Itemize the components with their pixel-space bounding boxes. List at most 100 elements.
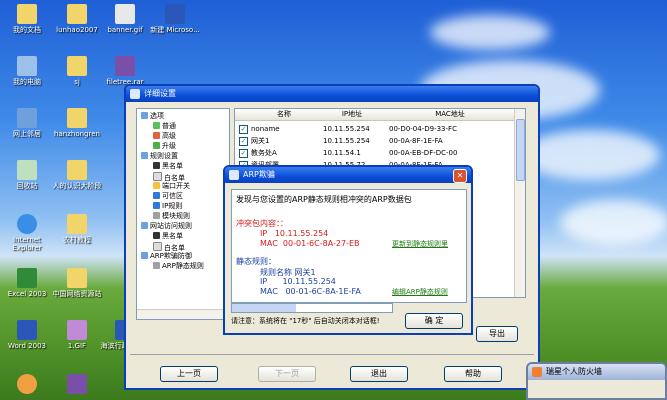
row-checkbox[interactable]: ✓	[239, 149, 248, 158]
list-icon	[153, 232, 160, 239]
recycle-bin-icon	[17, 160, 37, 180]
column-header-ip[interactable]: IP地址	[319, 109, 386, 121]
folder-icon	[67, 108, 87, 128]
trusted-icon	[153, 192, 160, 199]
folder-icon	[67, 4, 87, 24]
desktop-icon-banner[interactable]: banner.gif	[100, 4, 150, 34]
edit-static-rule-link[interactable]: 编辑ARP静态规则	[392, 287, 448, 297]
rule-mac: MAC 00-01-6C-8A-1E-FA	[260, 287, 361, 296]
arp-message: 发现与您设置的ARP静态规则相冲突的ARP数据包	[236, 195, 412, 204]
desktop-icon-sj[interactable]: sj	[52, 56, 102, 86]
desktop-icon-network[interactable]: 网上邻居	[2, 108, 52, 138]
desktop-icon-lunhao[interactable]: lunhao2007	[52, 4, 102, 34]
table-row[interactable]: ✓ 网关1 10.11.55.254 00-0A-8F-1E-FA	[235, 135, 515, 147]
options-icon	[141, 112, 148, 119]
update-static-rule-link[interactable]: 更新到静态规则里	[392, 239, 448, 249]
divider	[130, 354, 534, 355]
arp-dialog-body: 发现与您设置的ARP静态规则相冲突的ARP数据包 冲突包内容：： IP 10.1…	[231, 189, 467, 303]
archive-icon	[67, 374, 87, 394]
desktop-icon-resources[interactable]: 中国网络资源站	[52, 268, 102, 298]
tree-node-whitelist[interactable]: 白名单	[153, 172, 185, 182]
static-heading: 静态规则：	[236, 257, 276, 266]
desktop-icon-user[interactable]	[2, 374, 52, 396]
user-icon	[17, 374, 37, 394]
row-checkbox[interactable]: ✓	[239, 137, 248, 146]
folder-icon	[67, 160, 87, 180]
folder-icon	[67, 214, 87, 234]
countdown-progress	[231, 303, 393, 313]
desktop-icon-my-documents[interactable]: 我的文档	[2, 4, 52, 34]
export-button[interactable]: 导出	[476, 326, 518, 342]
list-vscrollbar[interactable]	[514, 109, 525, 297]
scroll-thumb[interactable]	[516, 119, 525, 181]
app-icon	[130, 89, 140, 99]
conflict-mac: MAC 00-01-6C-8A-27-EB	[260, 239, 360, 248]
computer-icon	[17, 56, 37, 76]
desktop-icon-ie[interactable]: Internet Explorer	[2, 214, 52, 252]
firewall-window: 瑞星个人防火墙	[526, 362, 667, 400]
folder-icon	[67, 268, 87, 288]
countdown-notice: 请注意：系统将在 "17秒" 后自动关闭本对话框!	[231, 317, 380, 325]
module-icon	[153, 212, 160, 219]
web-icon	[141, 222, 148, 229]
tree-node-advanced[interactable]: 高级	[153, 132, 176, 141]
network-icon	[17, 108, 37, 128]
desktop-icon-gif[interactable]: 1.GIF	[52, 320, 102, 350]
column-header-name[interactable]: 名称	[249, 109, 320, 121]
conflict-heading: 冲突包内容：：	[236, 219, 288, 228]
desktop-icon-stages[interactable]: 人的认识大阶段	[52, 160, 102, 190]
exit-button[interactable]: 退出	[350, 366, 408, 382]
settings-tree: 选项 普通 高级 升级 规则设置 黑名单 白名单 端口开关 可信区 IP规则 模…	[136, 108, 230, 320]
ok-button[interactable]: 确 定	[405, 313, 463, 329]
row-checkbox[interactable]: ✓	[239, 125, 248, 134]
tree-node-general[interactable]: 普通	[153, 122, 176, 131]
firewall-titlebar[interactable]: 瑞星个人防火墙	[528, 364, 665, 380]
desktop-icon-excel[interactable]: Excel 2003	[2, 268, 52, 298]
tree-node-module-rules[interactable]: 模块规则	[153, 212, 190, 221]
folder-icon	[67, 56, 87, 76]
help-button[interactable]: 帮助	[444, 366, 502, 382]
tree-node-upgrade[interactable]: 升级	[153, 142, 176, 151]
tree-hscrollbar[interactable]	[137, 309, 229, 319]
tree-node-ip-rules[interactable]: IP规则	[153, 202, 182, 211]
tree-node-web-whitelist[interactable]: 白名单	[153, 242, 185, 252]
prev-page-button[interactable]: 上一页	[160, 366, 218, 382]
cloud	[560, 200, 667, 245]
desktop-icon-recycle-bin[interactable]: 回收站	[2, 160, 52, 190]
tree-node-ports[interactable]: 端口开关	[153, 182, 190, 191]
tree-node-trusted[interactable]: 可信区	[153, 192, 183, 201]
list-icon	[153, 172, 162, 181]
ip-icon	[153, 202, 160, 209]
desktop-icon-hanzhongren[interactable]: hanzhongren	[52, 108, 102, 138]
next-page-button[interactable]: 下一页	[258, 366, 316, 382]
close-icon[interactable]: ✕	[453, 169, 467, 183]
tree-node-arp-defense[interactable]: ARP欺骗防御	[141, 252, 192, 261]
folder-icon	[17, 4, 37, 24]
table-row[interactable]: ✓ noname 10.11.55.254 00-D0-04-D9-33-FC	[235, 123, 515, 135]
column-header-mac[interactable]: MAC地址	[385, 109, 516, 121]
arp-dialog-titlebar[interactable]: ARP欺骗 ✕	[225, 167, 471, 183]
table-row[interactable]: ✓ 教务处A 10.11.54.1 00-0A-EB-DF-DC-00	[235, 147, 515, 159]
excel-icon	[17, 268, 37, 288]
port-icon	[153, 182, 160, 189]
column-header-check	[235, 109, 250, 121]
ie-icon	[17, 214, 37, 234]
rules-icon	[141, 152, 148, 159]
desktop-icon-new-doc[interactable]: 新建 Microso...	[150, 4, 200, 34]
desktop-icon-my-computer[interactable]: 我的电脑	[2, 56, 52, 86]
countdown-progress-fill	[232, 304, 296, 312]
tree-node-rules[interactable]: 规则设置	[141, 152, 178, 161]
list-icon	[153, 162, 160, 169]
desktop-icon-filetree[interactable]: filetree.rar	[100, 56, 150, 86]
tree-node-arp-static[interactable]: ARP静态规则	[153, 262, 204, 271]
tree-node-blacklist[interactable]: 黑名单	[153, 162, 183, 171]
rule-ip: IP 10.11.55.254	[260, 277, 336, 286]
tree-node-options[interactable]: 选项	[141, 112, 164, 121]
arp-dialog: ARP欺骗 ✕ 发现与您设置的ARP静态规则相冲突的ARP数据包 冲突包内容：：…	[223, 165, 473, 335]
settings-window-titlebar[interactable]: 详细设置	[126, 86, 538, 102]
desktop-icon-archive[interactable]	[52, 374, 102, 396]
tree-node-web-blacklist[interactable]: 黑名单	[153, 232, 183, 241]
tree-node-web-rules[interactable]: 网站访问规则	[141, 222, 192, 231]
desktop-icon-word[interactable]: Word 2003	[2, 320, 52, 350]
desktop-icon-tutorial[interactable]: 农村教程	[52, 214, 102, 244]
